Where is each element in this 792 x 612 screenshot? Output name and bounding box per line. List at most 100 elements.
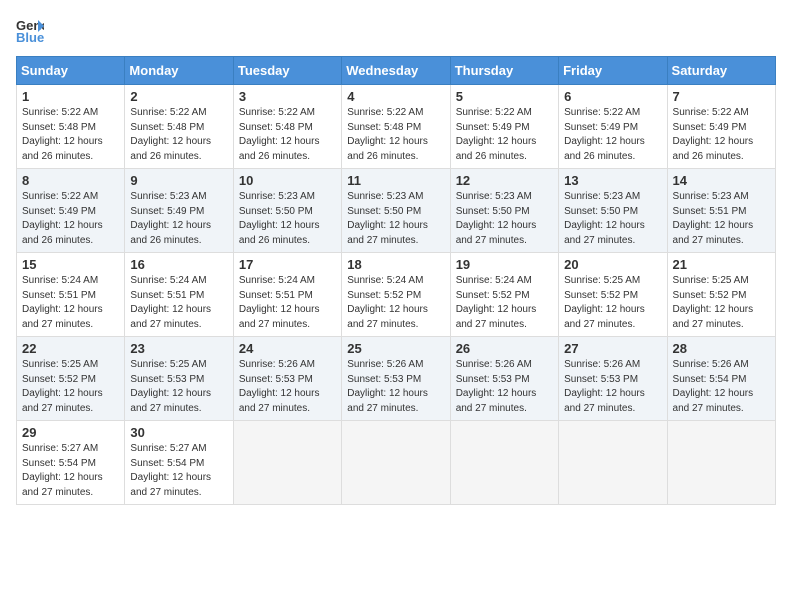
sunrise-label: Sunrise: 5:23 AM — [130, 191, 206, 202]
day-number: 10 — [239, 173, 336, 188]
daylight-label: Daylight: 12 hours and 27 minutes. — [130, 388, 211, 414]
sunset-label: Sunset: 5:49 PM — [130, 206, 204, 217]
sunrise-label: Sunrise: 5:25 AM — [564, 275, 640, 286]
daylight-label: Daylight: 12 hours and 27 minutes. — [456, 388, 537, 414]
day-number: 4 — [347, 89, 444, 104]
day-info: Sunrise: 5:23 AM Sunset: 5:49 PM Dayligh… — [130, 190, 227, 248]
calendar-cell — [559, 421, 667, 505]
daylight-label: Daylight: 12 hours and 27 minutes. — [130, 304, 211, 330]
sunset-label: Sunset: 5:52 PM — [456, 290, 530, 301]
sunset-label: Sunset: 5:52 PM — [564, 290, 638, 301]
sunset-label: Sunset: 5:54 PM — [673, 374, 747, 385]
calendar-cell: 10 Sunrise: 5:23 AM Sunset: 5:50 PM Dayl… — [233, 169, 341, 253]
day-number: 2 — [130, 89, 227, 104]
daylight-label: Daylight: 12 hours and 27 minutes. — [22, 472, 103, 498]
day-info: Sunrise: 5:25 AM Sunset: 5:52 PM Dayligh… — [673, 274, 770, 332]
page-header: General Blue — [16, 16, 776, 44]
day-info: Sunrise: 5:26 AM Sunset: 5:53 PM Dayligh… — [347, 358, 444, 416]
sunrise-label: Sunrise: 5:22 AM — [347, 107, 423, 118]
day-info: Sunrise: 5:26 AM Sunset: 5:54 PM Dayligh… — [673, 358, 770, 416]
daylight-label: Daylight: 12 hours and 27 minutes. — [347, 388, 428, 414]
day-info: Sunrise: 5:27 AM Sunset: 5:54 PM Dayligh… — [130, 442, 227, 500]
calendar-cell: 18 Sunrise: 5:24 AM Sunset: 5:52 PM Dayl… — [342, 253, 450, 337]
daylight-label: Daylight: 12 hours and 27 minutes. — [456, 220, 537, 246]
daylight-label: Daylight: 12 hours and 26 minutes. — [22, 136, 103, 162]
day-number: 28 — [673, 341, 770, 356]
day-number: 1 — [22, 89, 119, 104]
day-info: Sunrise: 5:22 AM Sunset: 5:49 PM Dayligh… — [22, 190, 119, 248]
day-header-friday: Friday — [559, 57, 667, 85]
daylight-label: Daylight: 12 hours and 27 minutes. — [564, 388, 645, 414]
daylight-label: Daylight: 12 hours and 26 minutes. — [564, 136, 645, 162]
day-number: 26 — [456, 341, 553, 356]
sunrise-label: Sunrise: 5:23 AM — [347, 191, 423, 202]
sunrise-label: Sunrise: 5:22 AM — [564, 107, 640, 118]
daylight-label: Daylight: 12 hours and 27 minutes. — [456, 304, 537, 330]
calendar-cell: 5 Sunrise: 5:22 AM Sunset: 5:49 PM Dayli… — [450, 85, 558, 169]
calendar-cell: 14 Sunrise: 5:23 AM Sunset: 5:51 PM Dayl… — [667, 169, 775, 253]
sunset-label: Sunset: 5:51 PM — [22, 290, 96, 301]
sunrise-label: Sunrise: 5:24 AM — [347, 275, 423, 286]
day-info: Sunrise: 5:26 AM Sunset: 5:53 PM Dayligh… — [456, 358, 553, 416]
daylight-label: Daylight: 12 hours and 27 minutes. — [130, 472, 211, 498]
day-number: 13 — [564, 173, 661, 188]
sunrise-label: Sunrise: 5:26 AM — [239, 359, 315, 370]
sunrise-label: Sunrise: 5:23 AM — [456, 191, 532, 202]
day-number: 16 — [130, 257, 227, 272]
calendar-cell: 9 Sunrise: 5:23 AM Sunset: 5:49 PM Dayli… — [125, 169, 233, 253]
calendar-cell: 16 Sunrise: 5:24 AM Sunset: 5:51 PM Dayl… — [125, 253, 233, 337]
daylight-label: Daylight: 12 hours and 27 minutes. — [347, 304, 428, 330]
logo: General Blue — [16, 16, 48, 44]
daylight-label: Daylight: 12 hours and 26 minutes. — [130, 136, 211, 162]
day-info: Sunrise: 5:22 AM Sunset: 5:49 PM Dayligh… — [673, 106, 770, 164]
day-header-thursday: Thursday — [450, 57, 558, 85]
sunset-label: Sunset: 5:48 PM — [130, 122, 204, 133]
daylight-label: Daylight: 12 hours and 26 minutes. — [130, 220, 211, 246]
daylight-label: Daylight: 12 hours and 27 minutes. — [564, 304, 645, 330]
sunset-label: Sunset: 5:53 PM — [456, 374, 530, 385]
day-number: 17 — [239, 257, 336, 272]
calendar-cell: 7 Sunrise: 5:22 AM Sunset: 5:49 PM Dayli… — [667, 85, 775, 169]
day-info: Sunrise: 5:22 AM Sunset: 5:48 PM Dayligh… — [239, 106, 336, 164]
day-number: 20 — [564, 257, 661, 272]
calendar-cell: 3 Sunrise: 5:22 AM Sunset: 5:48 PM Dayli… — [233, 85, 341, 169]
sunrise-label: Sunrise: 5:27 AM — [22, 443, 98, 454]
day-info: Sunrise: 5:22 AM Sunset: 5:49 PM Dayligh… — [456, 106, 553, 164]
calendar-week-3: 15 Sunrise: 5:24 AM Sunset: 5:51 PM Dayl… — [17, 253, 776, 337]
calendar-cell: 26 Sunrise: 5:26 AM Sunset: 5:53 PM Dayl… — [450, 337, 558, 421]
sunrise-label: Sunrise: 5:22 AM — [239, 107, 315, 118]
day-info: Sunrise: 5:23 AM Sunset: 5:51 PM Dayligh… — [673, 190, 770, 248]
day-number: 22 — [22, 341, 119, 356]
day-info: Sunrise: 5:26 AM Sunset: 5:53 PM Dayligh… — [239, 358, 336, 416]
sunset-label: Sunset: 5:48 PM — [239, 122, 313, 133]
day-number: 25 — [347, 341, 444, 356]
sunset-label: Sunset: 5:49 PM — [456, 122, 530, 133]
sunrise-label: Sunrise: 5:25 AM — [673, 275, 749, 286]
calendar-cell: 29 Sunrise: 5:27 AM Sunset: 5:54 PM Dayl… — [17, 421, 125, 505]
sunrise-label: Sunrise: 5:26 AM — [456, 359, 532, 370]
daylight-label: Daylight: 12 hours and 27 minutes. — [22, 304, 103, 330]
calendar-cell: 12 Sunrise: 5:23 AM Sunset: 5:50 PM Dayl… — [450, 169, 558, 253]
calendar-header: SundayMondayTuesdayWednesdayThursdayFrid… — [17, 57, 776, 85]
calendar-week-2: 8 Sunrise: 5:22 AM Sunset: 5:49 PM Dayli… — [17, 169, 776, 253]
day-info: Sunrise: 5:24 AM Sunset: 5:51 PM Dayligh… — [239, 274, 336, 332]
day-info: Sunrise: 5:25 AM Sunset: 5:53 PM Dayligh… — [130, 358, 227, 416]
day-number: 11 — [347, 173, 444, 188]
day-number: 9 — [130, 173, 227, 188]
sunset-label: Sunset: 5:53 PM — [564, 374, 638, 385]
day-info: Sunrise: 5:26 AM Sunset: 5:53 PM Dayligh… — [564, 358, 661, 416]
day-info: Sunrise: 5:23 AM Sunset: 5:50 PM Dayligh… — [239, 190, 336, 248]
sunrise-label: Sunrise: 5:22 AM — [673, 107, 749, 118]
calendar-cell: 19 Sunrise: 5:24 AM Sunset: 5:52 PM Dayl… — [450, 253, 558, 337]
sunrise-label: Sunrise: 5:22 AM — [456, 107, 532, 118]
daylight-label: Daylight: 12 hours and 27 minutes. — [673, 388, 754, 414]
day-number: 5 — [456, 89, 553, 104]
day-header-monday: Monday — [125, 57, 233, 85]
calendar-week-4: 22 Sunrise: 5:25 AM Sunset: 5:52 PM Dayl… — [17, 337, 776, 421]
day-number: 3 — [239, 89, 336, 104]
sunrise-label: Sunrise: 5:26 AM — [673, 359, 749, 370]
calendar-cell: 11 Sunrise: 5:23 AM Sunset: 5:50 PM Dayl… — [342, 169, 450, 253]
daylight-label: Daylight: 12 hours and 27 minutes. — [347, 220, 428, 246]
day-info: Sunrise: 5:22 AM Sunset: 5:48 PM Dayligh… — [130, 106, 227, 164]
calendar-cell: 21 Sunrise: 5:25 AM Sunset: 5:52 PM Dayl… — [667, 253, 775, 337]
